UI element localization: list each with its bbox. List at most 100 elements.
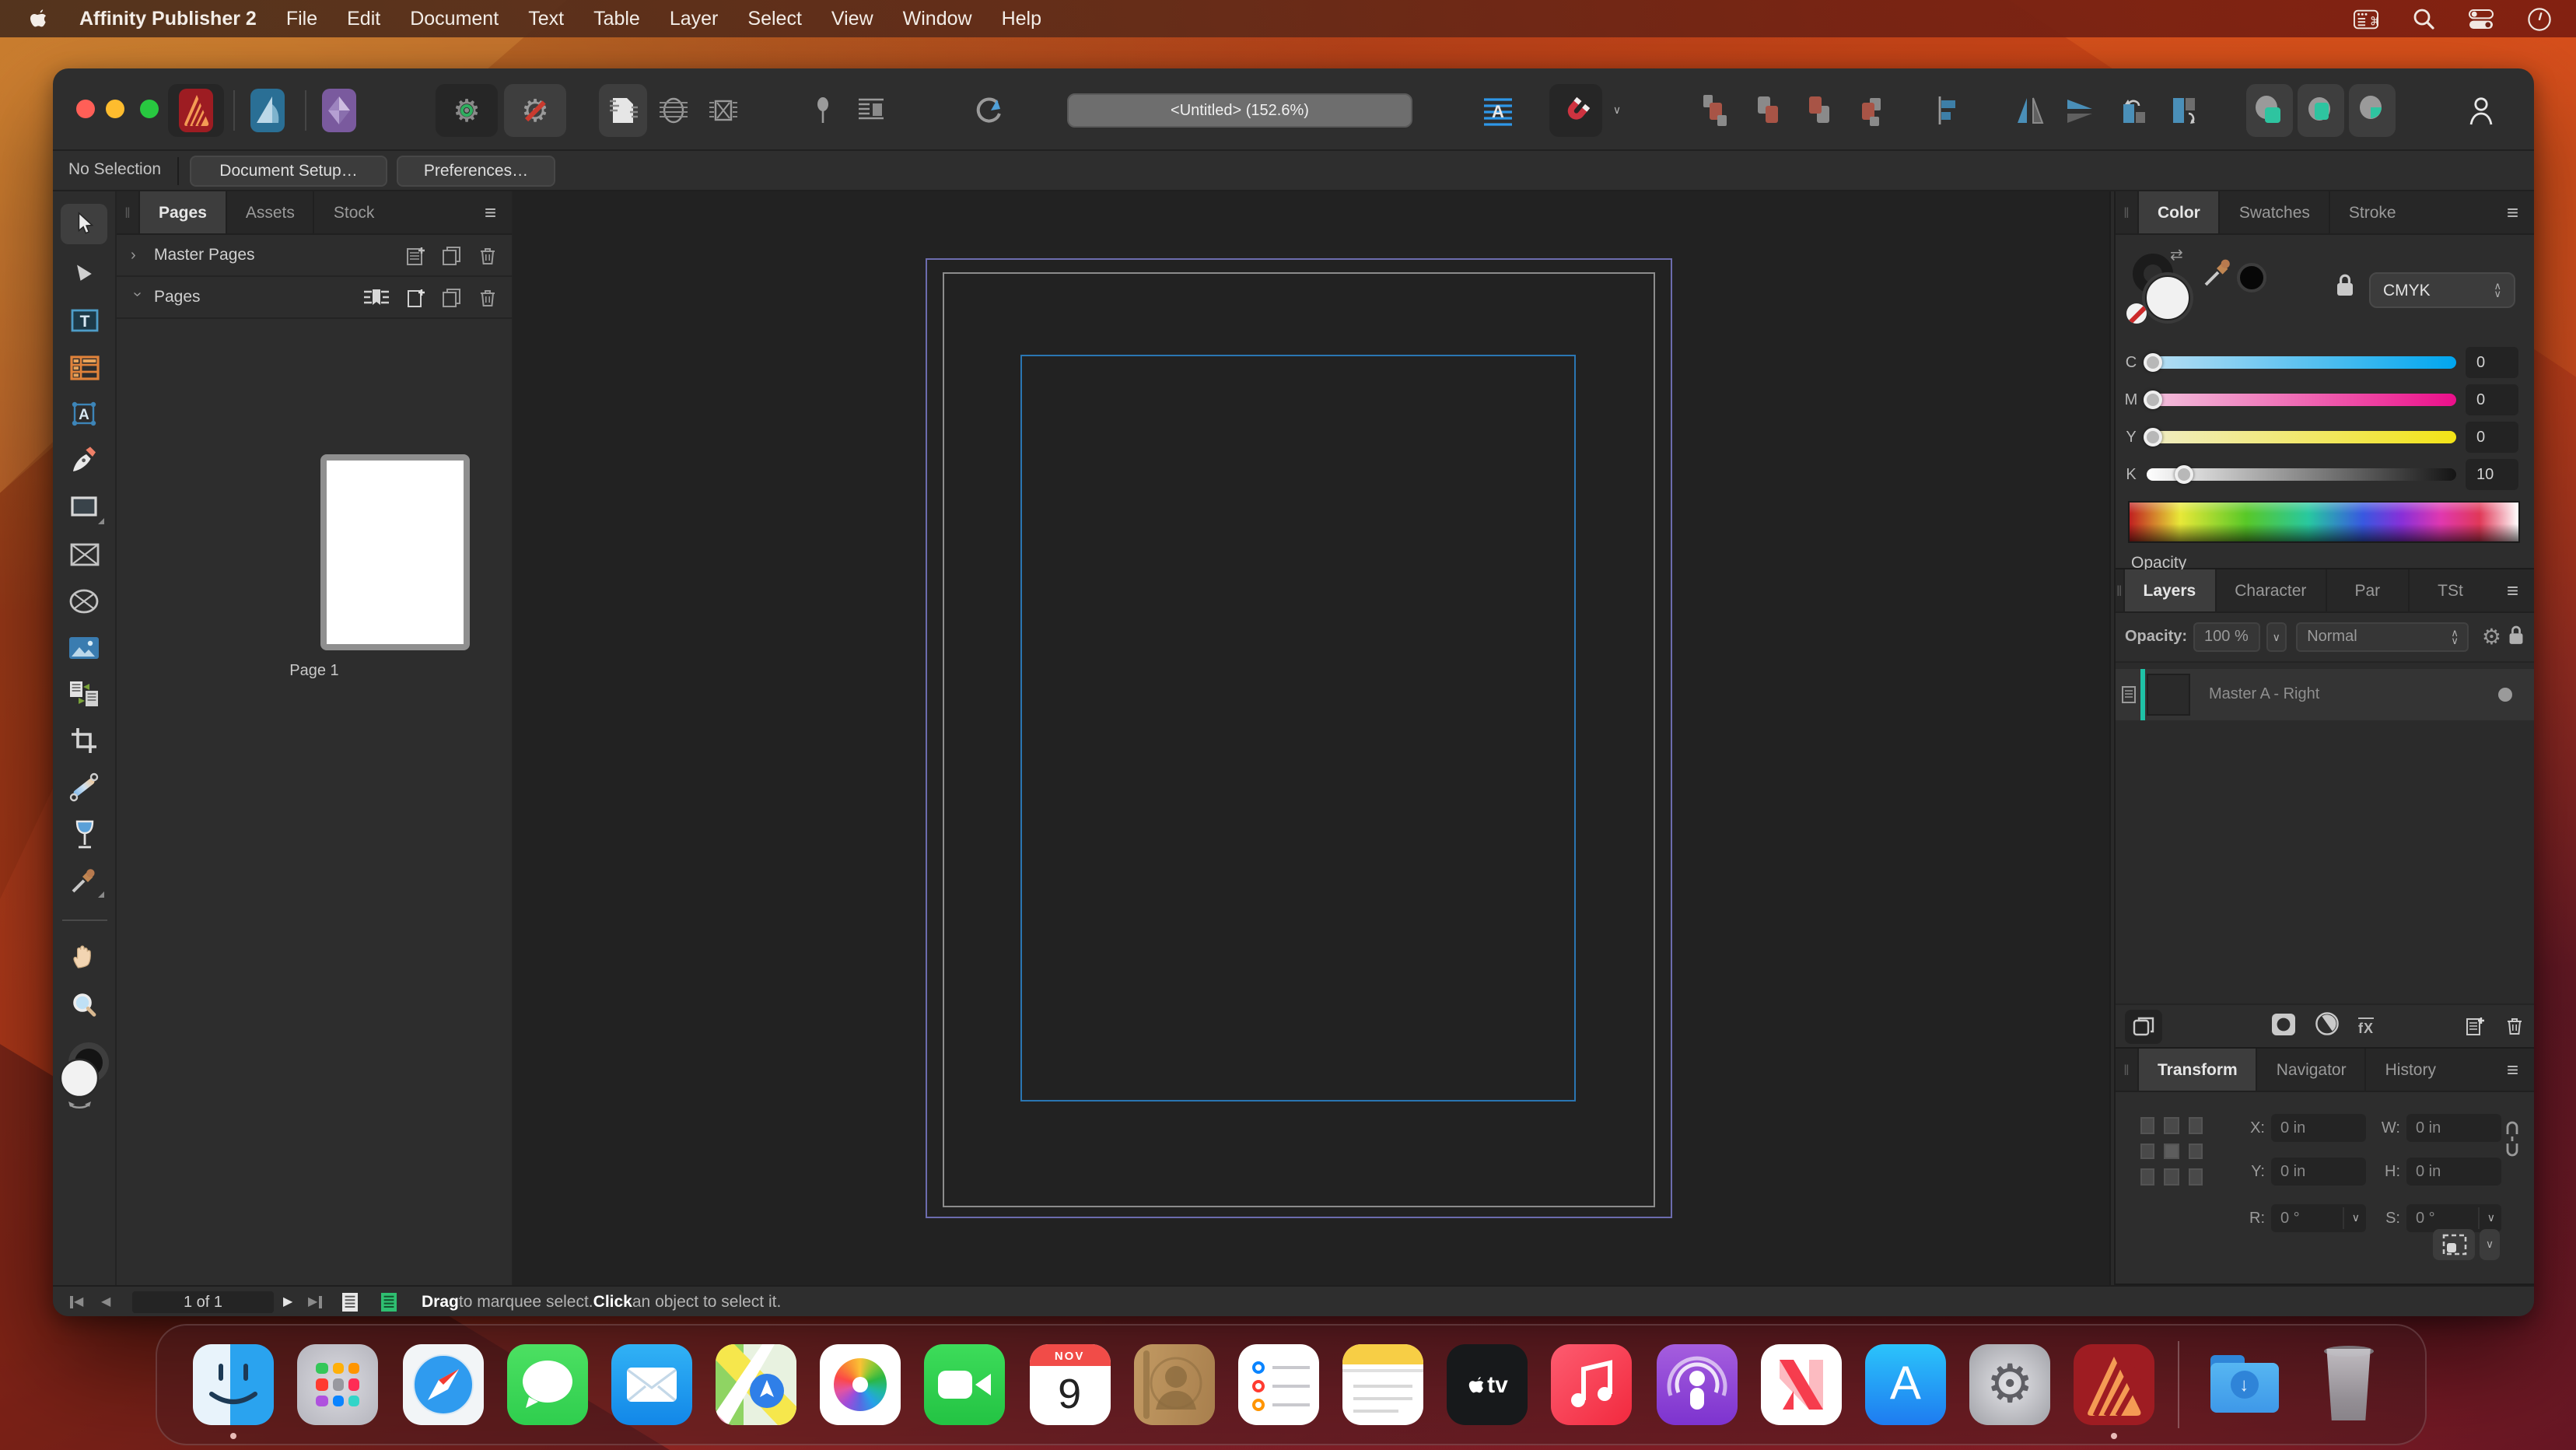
magenta-value[interactable]: 0	[2466, 384, 2518, 415]
add-page-icon[interactable]	[406, 287, 426, 307]
layer-name[interactable]: Master A - Right	[2209, 686, 2319, 703]
next-page-button[interactable]: ▶	[283, 1287, 292, 1316]
tab-layers[interactable]: Layers	[2123, 569, 2215, 611]
single-page-view-icon[interactable]	[341, 1287, 359, 1316]
add-layer-icon[interactable]	[2466, 1016, 2486, 1036]
dock-finder-icon[interactable]	[193, 1344, 274, 1425]
color-model-select[interactable]: CMYK ∧∨	[2369, 272, 2515, 308]
tab-navigator[interactable]: Navigator	[2256, 1049, 2365, 1091]
control-center-icon[interactable]	[2469, 6, 2494, 31]
move-tool[interactable]	[61, 204, 107, 244]
fill-stroke-well[interactable]	[53, 1039, 115, 1114]
expand-caret-icon[interactable]: ›	[128, 291, 145, 303]
panel-splitter[interactable]	[2109, 191, 2116, 1285]
baseline-grid-button[interactable]: A	[1472, 84, 1524, 137]
rotation-input[interactable]: 0 °∨	[2271, 1204, 2366, 1232]
cyan-value[interactable]: 0	[2466, 347, 2518, 378]
dock-trash-icon[interactable]	[2308, 1344, 2389, 1425]
artistic-text-tool[interactable]: A	[61, 394, 107, 434]
slider-knob[interactable]	[2175, 465, 2193, 484]
trash-icon[interactable]	[478, 245, 498, 265]
black-value[interactable]: 10	[2466, 459, 2518, 490]
rectangle-tool[interactable]	[61, 487, 107, 527]
slider-knob[interactable]	[2144, 391, 2162, 409]
dock-mail-icon[interactable]	[611, 1344, 692, 1425]
zoom-tool[interactable]	[61, 985, 107, 1025]
layer-visibility-dot[interactable]	[2498, 688, 2512, 702]
tab-text-styles[interactable]: TSt	[2408, 569, 2491, 611]
dock-news-icon[interactable]	[1761, 1344, 1842, 1425]
yellow-slider[interactable]	[2147, 431, 2456, 443]
menu-table[interactable]: Table	[593, 8, 640, 30]
color-picker-icon[interactable]	[2203, 257, 2234, 292]
dock-music-icon[interactable]	[1552, 1344, 1633, 1425]
lock-icon[interactable]	[2335, 272, 2355, 302]
snapping-magnet-button[interactable]	[1549, 84, 1602, 137]
dock-settings-icon[interactable]: ⚙	[1969, 1344, 2050, 1425]
clock-icon[interactable]	[2526, 6, 2551, 31]
photo-persona-button[interactable]	[314, 84, 364, 137]
color-spectrum-bar[interactable]	[2128, 501, 2520, 543]
duplicate-icon[interactable]	[442, 245, 462, 265]
y-input[interactable]: 0 in	[2271, 1158, 2366, 1186]
dock-tv-icon[interactable]: tv	[1447, 1344, 1528, 1425]
page-indicator[interactable]: 1 of 1	[132, 1291, 274, 1313]
anchor-point-selector[interactable]	[2140, 1117, 2203, 1186]
dock-safari-icon[interactable]	[402, 1344, 483, 1425]
swap-colors-icon[interactable]: ⇄	[2170, 247, 2183, 264]
preferences-gear-button[interactable]: ⚙	[504, 84, 566, 137]
rotate-cw-button[interactable]	[2161, 84, 2206, 137]
menu-layer[interactable]: Layer	[670, 8, 719, 30]
panel-grip[interactable]: ‖	[2116, 1049, 2137, 1091]
document-setup-gear-button[interactable]: ⚙	[436, 84, 498, 137]
text-wrap-button[interactable]	[848, 84, 894, 137]
page-1-thumbnail[interactable]	[320, 454, 470, 650]
designer-persona-button[interactable]	[243, 84, 292, 137]
no-color-swatch[interactable]	[2126, 303, 2147, 324]
transform-origin-button[interactable]	[2433, 1229, 2475, 1260]
keyboard-switcher-icon[interactable]: ⌘	[2354, 6, 2378, 31]
dock-maps-icon[interactable]	[716, 1344, 796, 1425]
shear-input[interactable]: 0 °∨	[2406, 1204, 2501, 1232]
layer-opacity-chevron[interactable]: ∨	[2266, 622, 2287, 652]
pages-section-header[interactable]: › Pages	[117, 277, 512, 319]
group-layers-button[interactable]	[2125, 1009, 2162, 1043]
dock-launchpad-icon[interactable]	[298, 1344, 379, 1425]
account-button[interactable]	[2456, 84, 2506, 137]
master-pages-section-header[interactable]: › Master Pages	[117, 235, 512, 277]
tab-history[interactable]: History	[2365, 1049, 2455, 1091]
zoom-window-button[interactable]	[140, 100, 159, 118]
h-input[interactable]: 0 in	[2406, 1158, 2501, 1186]
picked-color-swatch[interactable]	[2237, 263, 2266, 292]
duplicate-page-icon[interactable]	[442, 287, 462, 307]
document-setup-button[interactable]: Document Setup…	[190, 156, 387, 187]
slider-knob[interactable]	[2144, 428, 2162, 447]
blend-options-gear-icon[interactable]: ⚙	[2482, 624, 2501, 650]
transform-origin-chevron[interactable]: ∨	[2480, 1229, 2500, 1260]
panel-menu-icon[interactable]: ≡	[469, 191, 512, 233]
adjustment-layer-button[interactable]	[2315, 1011, 2340, 1041]
layer-thumbnail[interactable]	[2147, 674, 2190, 716]
menu-help[interactable]: Help	[1002, 8, 1041, 30]
panel-menu-icon[interactable]: ≡	[2491, 569, 2534, 611]
rotate-ccw-button[interactable]	[2111, 84, 2156, 137]
fill-stroke-swatches[interactable]: ⇄	[2130, 254, 2195, 322]
apply-master-icon[interactable]	[362, 287, 390, 307]
pin-button[interactable]	[803, 84, 843, 137]
color-picker-tool[interactable]	[61, 860, 107, 901]
boolean-subtract-button[interactable]	[2298, 84, 2344, 137]
cyan-slider[interactable]	[2147, 356, 2456, 369]
publisher-persona-button[interactable]	[168, 84, 224, 137]
spread-view-icon[interactable]	[380, 1287, 398, 1316]
tab-transform[interactable]: Transform	[2137, 1049, 2256, 1091]
link-dimensions-icon[interactable]	[2504, 1120, 2520, 1162]
close-window-button[interactable]	[76, 100, 95, 118]
preview-mode-button[interactable]	[964, 84, 1014, 137]
apple-menu-icon[interactable]	[25, 6, 50, 31]
tab-paragraph[interactable]: Par	[2325, 569, 2408, 611]
data-merge-tool[interactable]	[61, 674, 107, 714]
panel-grip[interactable]: ‖	[2116, 191, 2137, 233]
panel-menu-icon[interactable]: ≡	[2491, 191, 2534, 233]
flip-vertical-button[interactable]	[2056, 84, 2102, 137]
lock-layer-icon[interactable]	[2508, 624, 2525, 650]
